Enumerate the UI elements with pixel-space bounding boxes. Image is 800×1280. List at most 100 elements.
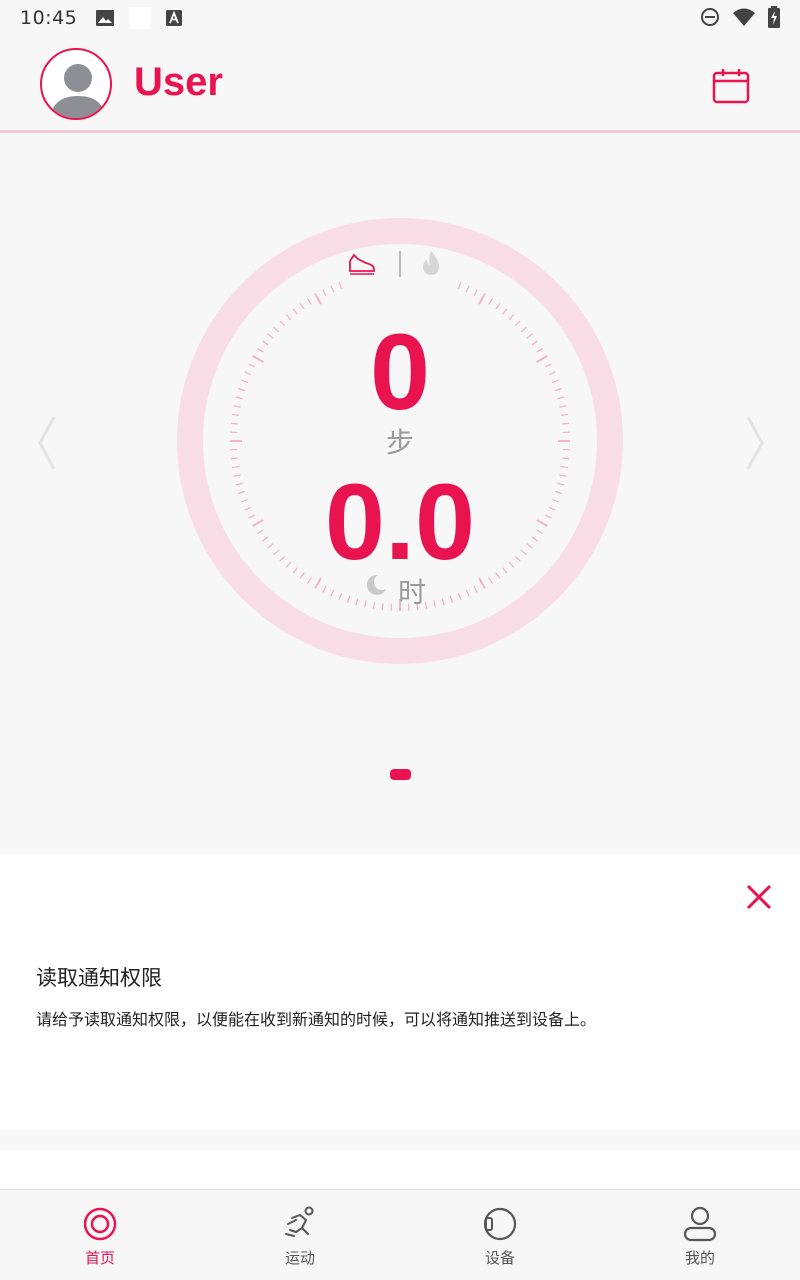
dial-tick <box>536 347 543 353</box>
dial-tick <box>560 413 569 417</box>
nav-item-device[interactable]: 设备 <box>400 1190 600 1280</box>
dial-tick <box>257 347 264 353</box>
previous-arrow-icon[interactable] <box>32 413 62 473</box>
do-not-disturb-icon <box>701 8 719 26</box>
sleep-hours-unit: 时 <box>398 576 427 609</box>
page-indicator <box>390 769 411 780</box>
calendar-icon[interactable] <box>712 68 750 104</box>
dial-tick <box>554 387 562 392</box>
dial-tick <box>473 289 478 297</box>
notice-body: 请给予读取通知权限，以便能在收到新通知的时候，可以将通知推送到设备上。 <box>36 1010 597 1029</box>
dial-tick <box>346 595 351 603</box>
dial-tick <box>531 340 538 346</box>
dial-tick <box>292 308 298 315</box>
dial-tick <box>502 308 508 315</box>
dial-tick <box>478 577 486 589</box>
dial-tick <box>559 405 567 408</box>
dial-tick <box>338 282 343 290</box>
dial-tick <box>536 355 548 363</box>
status-time: 10:45 <box>20 7 78 29</box>
dial-tick <box>267 333 274 339</box>
dial-tick <box>235 396 243 400</box>
close-icon[interactable] <box>744 882 774 912</box>
status-bar: 10:45 <box>0 0 800 36</box>
dial-tick <box>514 320 521 327</box>
dial-tick <box>314 577 322 589</box>
dial-tick <box>238 490 246 495</box>
username[interactable]: User <box>134 60 223 105</box>
home-target-icon <box>83 1207 117 1241</box>
dial-tick <box>355 598 359 606</box>
moon-icon <box>366 574 386 595</box>
dial-tick <box>488 298 494 305</box>
dial-tick <box>526 333 533 339</box>
dial-tick <box>248 363 256 368</box>
steps-unit: 步 <box>385 426 414 459</box>
dial-tick <box>560 465 569 469</box>
nav-label-profile: 我的 <box>684 1249 715 1267</box>
dial-tick <box>562 422 570 425</box>
dial-tick <box>465 589 470 597</box>
dial-tick <box>473 585 478 593</box>
watch-icon <box>483 1207 517 1241</box>
dial-tick <box>233 474 241 477</box>
dial-tick <box>478 293 486 305</box>
dial-tick <box>322 289 327 297</box>
app-header: User <box>0 36 800 132</box>
image-notification-icon <box>96 10 115 26</box>
dial-tick <box>441 598 445 606</box>
steps-value: 0 <box>369 311 431 432</box>
dial-tick <box>551 498 559 503</box>
dial-tick <box>306 298 312 305</box>
dial-tick <box>381 603 384 611</box>
dial-tick <box>544 363 552 368</box>
bottom-navigation: 首页 运动 设备 我的 <box>0 1189 800 1280</box>
dial-tick <box>457 282 462 290</box>
sleep-hours-value: 0.0 <box>324 461 476 582</box>
activity-dial-area[interactable]: 0 步 0.0 时 <box>0 133 800 853</box>
dial-tick <box>449 595 454 603</box>
dial-tick <box>520 326 527 333</box>
dial-tick <box>230 457 238 460</box>
content-card <box>0 1150 800 1190</box>
dial-tick <box>554 490 562 495</box>
dial-tick <box>557 396 565 400</box>
next-arrow-icon[interactable] <box>740 413 770 473</box>
dial-tick <box>322 585 327 593</box>
dial-tick <box>231 465 240 469</box>
flame-icon <box>423 251 440 275</box>
dial-tick <box>465 285 470 293</box>
avatar[interactable] <box>40 48 112 120</box>
dial-tick <box>279 320 286 327</box>
dial-tick <box>306 577 312 584</box>
nav-item-home[interactable]: 首页 <box>0 1190 200 1280</box>
dial-tick <box>252 355 264 363</box>
dial-tick <box>241 379 249 384</box>
dial-tick <box>273 326 280 333</box>
dial-tick <box>562 457 570 460</box>
nav-item-exercise[interactable]: 运动 <box>200 1190 400 1280</box>
dial-tick <box>235 482 243 486</box>
dial-tick <box>457 592 462 600</box>
nav-item-profile[interactable]: 我的 <box>600 1190 800 1280</box>
dial-tick <box>330 589 335 597</box>
dial-tick <box>559 474 567 477</box>
person-icon <box>683 1206 717 1242</box>
dial-tick <box>262 340 269 346</box>
dial-tick <box>551 379 559 384</box>
default-avatar-icon <box>50 64 106 118</box>
dial-tick <box>557 482 565 486</box>
dial-tick <box>314 293 322 305</box>
dial-tick <box>238 387 246 392</box>
nav-label-exercise: 运动 <box>284 1249 315 1267</box>
dial-tick <box>233 405 241 408</box>
dial-tick <box>372 601 376 610</box>
dial-tick <box>244 371 252 376</box>
font-notification-icon <box>166 10 183 26</box>
dial-tick <box>548 371 556 376</box>
shoe-icon <box>349 253 375 275</box>
dial-tick <box>241 498 249 503</box>
dial-tick <box>495 303 501 310</box>
nav-label-device: 设备 <box>484 1249 515 1267</box>
dial-tick <box>338 592 343 600</box>
